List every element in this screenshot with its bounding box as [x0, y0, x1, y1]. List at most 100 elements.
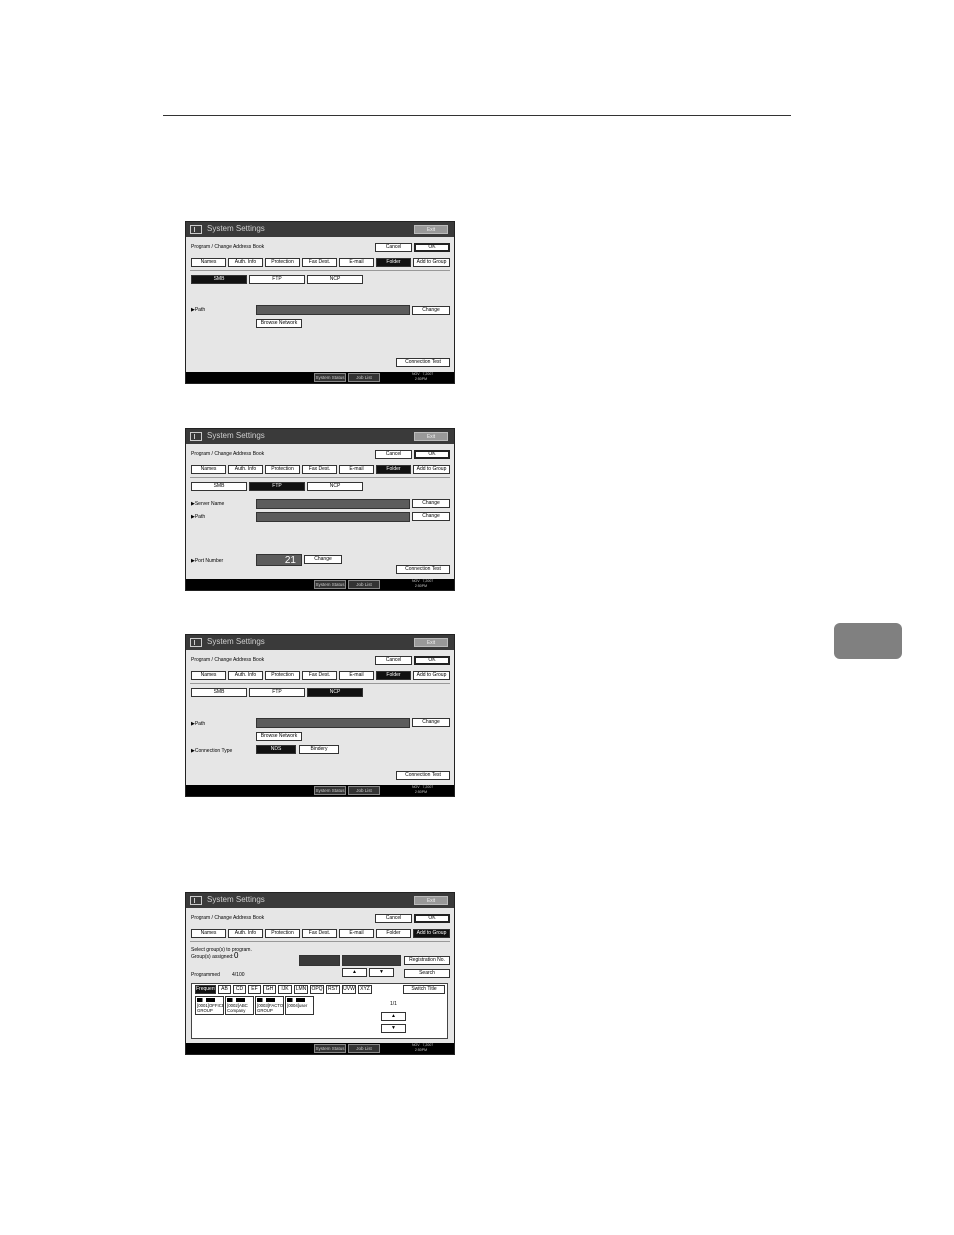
job-list-button[interactable]: Job List: [348, 580, 380, 589]
browse-network-button[interactable]: Browse Network: [256, 732, 302, 741]
date-time: NOV 7,2007 2:50PM: [412, 579, 434, 588]
connection-test-button[interactable]: Connection Test: [396, 565, 450, 574]
ok-button[interactable]: OK: [414, 656, 450, 665]
tab-folder[interactable]: Folder: [376, 465, 411, 474]
tab-fax-dest[interactable]: Fax Dest.: [302, 258, 337, 267]
index-tab-xyz[interactable]: XYZ: [358, 985, 372, 994]
exit-button[interactable]: Exit: [414, 638, 448, 647]
tab-protection[interactable]: Protection: [265, 671, 300, 680]
connection-type-bindery-button[interactable]: Bindery: [299, 745, 339, 754]
system-status-button[interactable]: System Status: [314, 580, 346, 589]
change-path-button[interactable]: Change: [412, 306, 450, 315]
address-entry[interactable]: [0001]OFFICE GROUP: [195, 996, 224, 1015]
path-field[interactable]: [256, 512, 410, 522]
page-down-button[interactable]: ▼: [381, 1024, 406, 1033]
address-entry[interactable]: [0004]user: [285, 996, 314, 1015]
change-port-button[interactable]: Change: [304, 555, 342, 564]
tab-auth-info[interactable]: Auth. Info: [228, 671, 263, 680]
tab-protection[interactable]: Protection: [265, 258, 300, 267]
address-entry[interactable]: [0003]FACTORY GROUP: [255, 996, 284, 1015]
job-list-button[interactable]: Job List: [348, 786, 380, 795]
protocol-ncp-button[interactable]: NCP: [307, 482, 363, 491]
system-status-button[interactable]: System Status: [314, 1044, 346, 1053]
index-tab-uvw[interactable]: UVW: [342, 985, 356, 994]
scroll-down-button[interactable]: ▼: [369, 968, 394, 977]
protocol-ftp-button[interactable]: FTP: [249, 482, 305, 491]
tab-names[interactable]: Names: [191, 258, 226, 267]
tab-fax-dest[interactable]: Fax Dest.: [302, 465, 337, 474]
cancel-button[interactable]: Cancel: [375, 914, 412, 923]
system-status-button[interactable]: System Status: [314, 786, 346, 795]
tab-email[interactable]: E-mail: [339, 929, 374, 938]
job-list-button[interactable]: Job List: [348, 1044, 380, 1053]
index-tab-ijk[interactable]: IJK: [278, 985, 292, 994]
tab-add-to-group[interactable]: Add to Group: [413, 671, 450, 680]
tab-folder[interactable]: Folder: [376, 258, 411, 267]
tab-folder[interactable]: Folder: [376, 671, 411, 680]
path-field[interactable]: [256, 305, 410, 315]
browse-network-button[interactable]: Browse Network: [256, 319, 302, 328]
tab-protection[interactable]: Protection: [265, 929, 300, 938]
connection-type-nds-button[interactable]: NDS: [256, 745, 296, 754]
cancel-button[interactable]: Cancel: [375, 656, 412, 665]
path-field[interactable]: [256, 718, 410, 728]
cancel-button[interactable]: Cancel: [375, 450, 412, 459]
exit-button[interactable]: Exit: [414, 896, 448, 905]
change-server-name-button[interactable]: Change: [412, 499, 450, 508]
protocol-ftp-button[interactable]: FTP: [249, 688, 305, 697]
index-tab-ef[interactable]: EF: [248, 985, 261, 994]
index-tab-gh[interactable]: GH: [263, 985, 276, 994]
tab-names[interactable]: Names: [191, 929, 226, 938]
change-path-button[interactable]: Change: [412, 512, 450, 521]
index-tab-cd[interactable]: CD: [233, 985, 246, 994]
tab-names[interactable]: Names: [191, 465, 226, 474]
exit-button[interactable]: Exit: [414, 225, 448, 234]
tab-email[interactable]: E-mail: [339, 258, 374, 267]
protocol-smb-button[interactable]: SMB: [191, 275, 247, 284]
search-button[interactable]: Search: [404, 969, 450, 978]
job-list-button[interactable]: Job List: [348, 373, 380, 382]
tab-email[interactable]: E-mail: [339, 671, 374, 680]
switch-title-button[interactable]: Switch Title: [403, 985, 445, 994]
change-path-button[interactable]: Change: [412, 718, 450, 727]
tab-email[interactable]: E-mail: [339, 465, 374, 474]
tab-auth-info[interactable]: Auth. Info: [228, 929, 263, 938]
server-name-field[interactable]: [256, 499, 410, 509]
address-entry[interactable]: [0002]ABC Company: [225, 996, 254, 1015]
cancel-button[interactable]: Cancel: [375, 243, 412, 252]
scroll-up-button[interactable]: ▲: [342, 968, 367, 977]
registration-number-button[interactable]: Registration No.: [404, 956, 450, 965]
connection-type-label: ▶Connection Type: [191, 748, 233, 754]
ok-button[interactable]: OK: [414, 243, 450, 252]
index-tab-ab[interactable]: AB: [218, 985, 231, 994]
tab-auth-info[interactable]: Auth. Info: [228, 465, 263, 474]
connection-test-button[interactable]: Connection Test: [396, 358, 450, 367]
group-icon: [227, 998, 245, 1002]
protocol-ftp-button[interactable]: FTP: [249, 275, 305, 284]
tab-auth-info[interactable]: Auth. Info: [228, 258, 263, 267]
tab-add-to-group[interactable]: Add to Group: [413, 258, 450, 267]
exit-button[interactable]: Exit: [414, 432, 448, 441]
index-tab-opq[interactable]: OPQ: [310, 985, 324, 994]
tab-add-to-group[interactable]: Add to Group: [413, 465, 450, 474]
index-tab-rst[interactable]: RST: [326, 985, 340, 994]
protocol-ncp-button[interactable]: NCP: [307, 275, 363, 284]
server-name-label: ▶Server Name: [191, 501, 225, 507]
system-status-button[interactable]: System Status: [314, 373, 346, 382]
ok-button[interactable]: OK: [414, 450, 450, 459]
protocol-ncp-button[interactable]: NCP: [307, 688, 363, 697]
tab-fax-dest[interactable]: Fax Dest.: [302, 929, 337, 938]
port-number-field[interactable]: 21: [256, 554, 302, 566]
ok-button[interactable]: OK: [414, 914, 450, 923]
protocol-smb-button[interactable]: SMB: [191, 482, 247, 491]
index-tab-frequent[interactable]: Frequent: [195, 985, 216, 994]
tab-names[interactable]: Names: [191, 671, 226, 680]
protocol-smb-button[interactable]: SMB: [191, 688, 247, 697]
tab-add-to-group[interactable]: Add to Group: [413, 929, 450, 938]
index-tab-lmn[interactable]: LMN: [294, 985, 308, 994]
tab-folder[interactable]: Folder: [376, 929, 411, 938]
tab-protection[interactable]: Protection: [265, 465, 300, 474]
page-up-button[interactable]: ▲: [381, 1012, 406, 1021]
tab-fax-dest[interactable]: Fax Dest.: [302, 671, 337, 680]
connection-test-button[interactable]: Connection Test: [396, 771, 450, 780]
